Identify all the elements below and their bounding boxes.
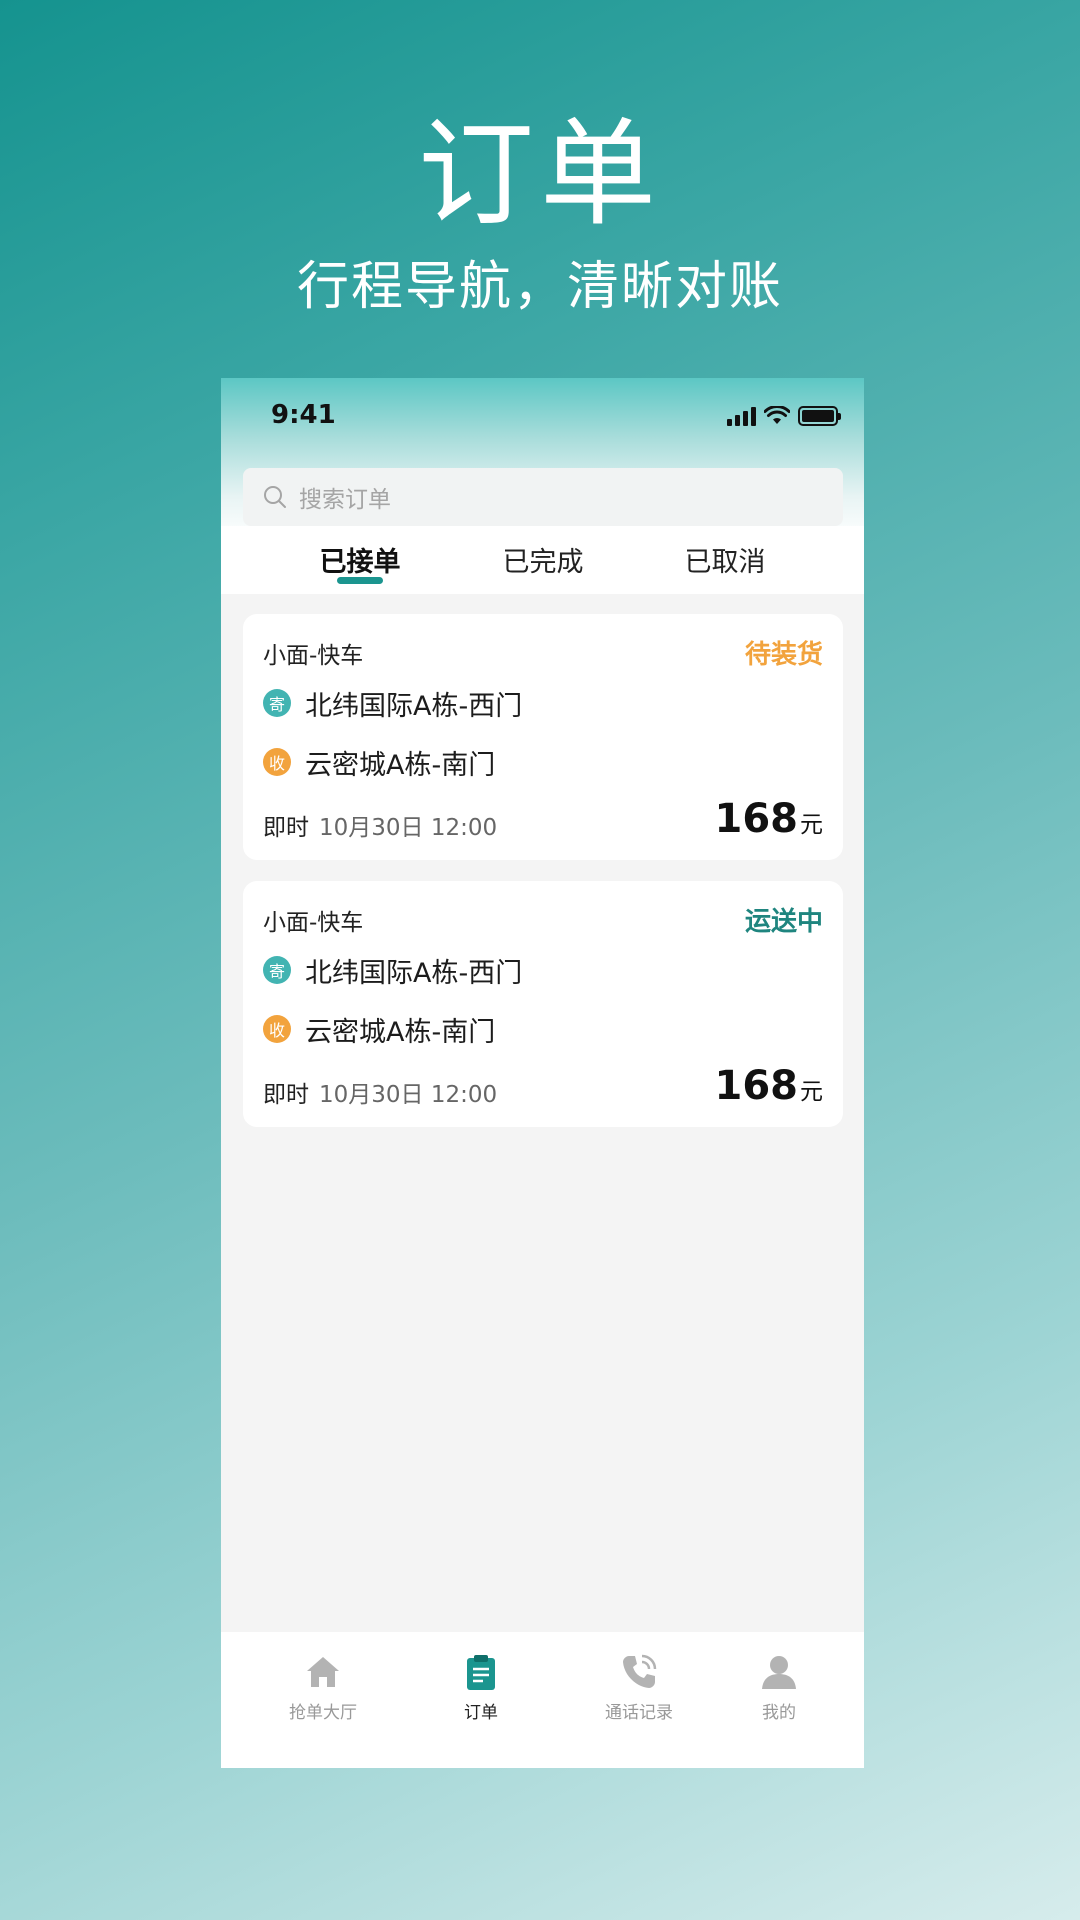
order-price: 168元 — [715, 1063, 824, 1109]
send-badge: 寄 — [263, 689, 291, 717]
search-input[interactable]: 搜索订单 — [243, 468, 843, 526]
status-bar: 9:41 — [221, 378, 864, 456]
wifi-icon — [764, 406, 790, 424]
search-icon — [264, 486, 286, 508]
dropoff-row: 收 云密城A栋-南门 — [263, 1012, 496, 1048]
nav-label: 抢单大厅 — [289, 1703, 357, 1723]
order-datetime: 10月30日 12:00 — [319, 1082, 498, 1108]
phone-call-icon — [623, 1654, 657, 1688]
dropoff-address: 云密城A栋-南门 — [305, 1016, 496, 1048]
dropoff-row: 收 云密城A栋-南门 — [263, 745, 496, 781]
send-badge: 寄 — [263, 956, 291, 984]
tab-completed[interactable]: 已完成 — [463, 540, 623, 579]
user-icon — [762, 1656, 796, 1689]
hero-title: 订单 — [418, 107, 662, 242]
price-unit: 元 — [800, 1079, 823, 1105]
order-status: 待装货 — [744, 640, 823, 670]
nav-label: 我的 — [762, 1703, 796, 1723]
order-time: 即时 10月30日 12:00 — [263, 808, 497, 842]
home-icon — [307, 1657, 339, 1687]
time-type: 即时 — [263, 1082, 309, 1108]
pickup-row: 寄 北纬国际A栋-西门 — [263, 686, 523, 722]
bottom-nav: 抢单大厅 订单 通话记录 我的 — [221, 1632, 864, 1768]
tab-accepted[interactable]: 已接单 — [280, 540, 440, 579]
vehicle-type: 小面-快车 — [263, 910, 364, 936]
active-tab-indicator — [337, 577, 383, 584]
status-icons — [727, 404, 841, 428]
order-card[interactable]: 小面-快车 运送中 寄 北纬国际A栋-西门 收 云密城A栋-南门 即时 10月30… — [243, 881, 843, 1127]
dropoff-address: 云密城A栋-南门 — [305, 749, 496, 781]
nav-label: 通话记录 — [605, 1703, 673, 1723]
battery-icon — [798, 406, 841, 426]
status-time: 9:41 — [271, 400, 336, 430]
tab-cancelled[interactable]: 已取消 — [645, 540, 805, 579]
cellular-signal-icon — [727, 406, 756, 426]
hero-subtitle: 行程导航，清晰对账 — [296, 257, 783, 317]
nav-item-call-log[interactable]: 通话记录 — [579, 1652, 699, 1723]
order-card[interactable]: 小面-快车 待装货 寄 北纬国际A栋-西门 收 云密城A栋-南门 即时 10月30… — [243, 614, 843, 860]
pickup-row: 寄 北纬国际A栋-西门 — [263, 953, 523, 989]
search-placeholder: 搜索订单 — [299, 487, 391, 513]
price-unit: 元 — [800, 812, 823, 838]
order-datetime: 10月30日 12:00 — [319, 815, 498, 841]
nav-item-order-hall[interactable]: 抢单大厅 — [263, 1652, 383, 1723]
vehicle-type: 小面-快车 — [263, 643, 364, 669]
phone-screen: 9:41 搜索订单 已接单 已完成 已取消 小面-快车 待装货 寄 北纬国际A栋… — [221, 378, 864, 1768]
time-type: 即时 — [263, 815, 309, 841]
price-amount: 168 — [714, 796, 799, 842]
order-tabs: 已接单 已完成 已取消 — [221, 526, 864, 594]
pickup-address: 北纬国际A栋-西门 — [305, 957, 523, 989]
order-time: 即时 10月30日 12:00 — [263, 1075, 497, 1109]
receive-badge: 收 — [263, 1015, 291, 1043]
pickup-address: 北纬国际A栋-西门 — [305, 690, 523, 722]
nav-item-orders[interactable]: 订单 — [421, 1652, 541, 1723]
order-price: 168元 — [715, 796, 824, 842]
nav-item-profile[interactable]: 我的 — [719, 1652, 839, 1723]
receive-badge: 收 — [263, 748, 291, 776]
order-status: 运送中 — [744, 907, 823, 937]
clipboard-icon — [467, 1655, 495, 1690]
price-amount: 168 — [714, 1063, 799, 1109]
nav-label: 订单 — [464, 1703, 498, 1723]
